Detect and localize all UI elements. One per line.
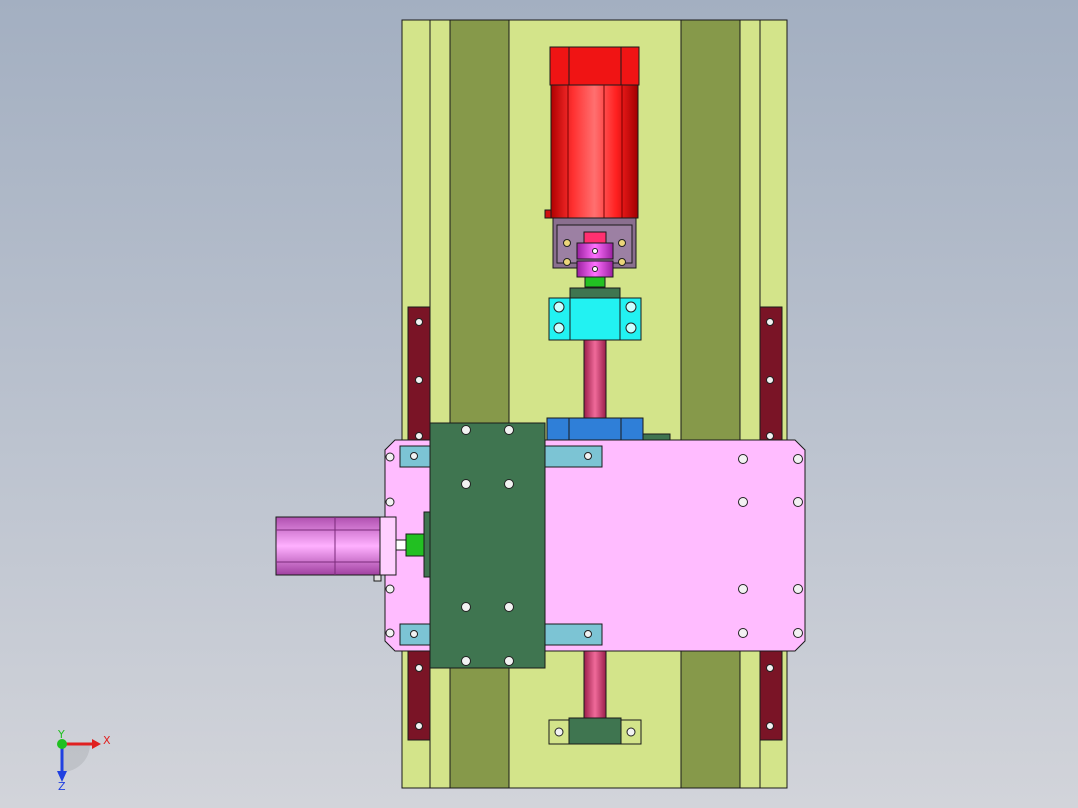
- servo-motor[interactable]: [544, 46, 640, 219]
- ball-screw-upper[interactable]: [583, 339, 607, 426]
- bearing-block-bottom[interactable]: [548, 717, 642, 745]
- cad-viewport[interactable]: X Y Z: [0, 0, 1078, 808]
- z-axis-label: Z: [58, 780, 66, 793]
- side-stop-left-upper[interactable]: [407, 306, 431, 443]
- guide-rail-left[interactable]: [449, 19, 510, 789]
- x-axis-label: X: [103, 734, 111, 747]
- carriage-block[interactable]: [429, 422, 546, 669]
- y-axis-label: Y: [57, 728, 65, 741]
- view-triad[interactable]: X Y Z: [57, 728, 111, 793]
- ball-screw-lower[interactable]: [583, 649, 607, 723]
- assembly-drawing[interactable]: X Y Z: [0, 0, 1078, 808]
- guide-rail-right[interactable]: [680, 19, 741, 789]
- side-stop-right-upper[interactable]: [759, 306, 783, 443]
